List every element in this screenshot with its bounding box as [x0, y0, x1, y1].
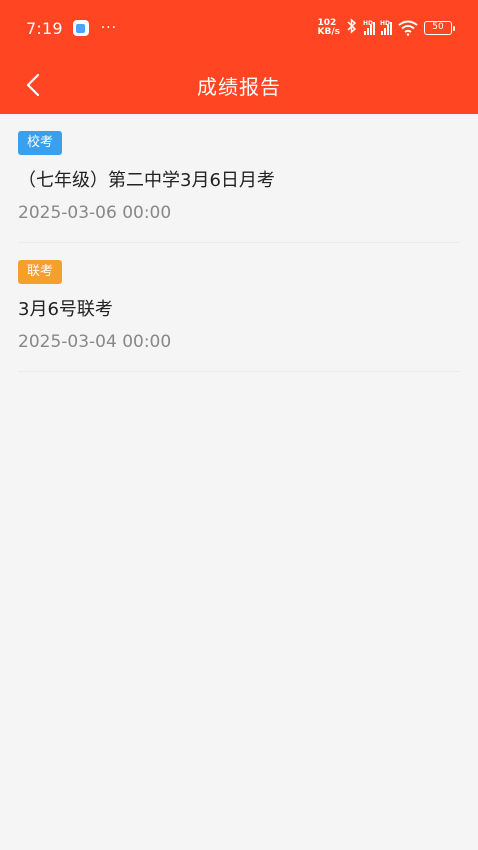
nav-bar: 成绩报告 [0, 56, 478, 114]
status-bar: 7:19 ··· 102 KB/s HD HD 50 [0, 0, 478, 56]
status-left: 7:19 ··· [26, 19, 117, 38]
network-speed: 102 KB/s [318, 19, 340, 37]
hd-label-2: HD [380, 19, 391, 27]
app-notification-icon [72, 20, 89, 36]
cellular-signal-2-icon: HD [380, 19, 392, 35]
battery-icon: 50 [424, 21, 455, 35]
hd-label: HD [363, 19, 374, 27]
exam-list-item[interactable]: 校考 （七年级）第二中学3月6日月考 2025-03-06 00:00 [18, 114, 460, 243]
exam-title: （七年级）第二中学3月6日月考 [18, 170, 275, 191]
network-speed-unit: KB/s [317, 27, 340, 37]
page-title: 成绩报告 [197, 74, 281, 99]
exam-date: 2025-03-04 00:00 [18, 332, 172, 352]
exam-title: 3月6号联考 [18, 299, 113, 320]
exam-type-badge: 校考 [18, 131, 63, 155]
status-time: 7:19 [26, 18, 63, 38]
exam-report-list: 校考 （七年级）第二中学3月6日月考 2025-03-06 00:00 联考 3… [0, 114, 478, 372]
bluetooth-icon [346, 18, 358, 38]
chevron-left-icon [26, 73, 40, 97]
more-notifications-icon: ··· [100, 20, 118, 36]
exam-type-badge: 联考 [18, 260, 63, 284]
wifi-icon [398, 20, 418, 36]
status-right: 102 KB/s HD HD 50 [318, 18, 455, 38]
exam-date: 2025-03-06 00:00 [18, 203, 172, 223]
back-button[interactable] [14, 66, 52, 104]
app-header: 7:19 ··· 102 KB/s HD HD 50 成绩报告 [0, 0, 478, 114]
exam-list-item[interactable]: 联考 3月6号联考 2025-03-04 00:00 [18, 243, 460, 372]
cellular-signal-icon: HD [363, 19, 375, 35]
